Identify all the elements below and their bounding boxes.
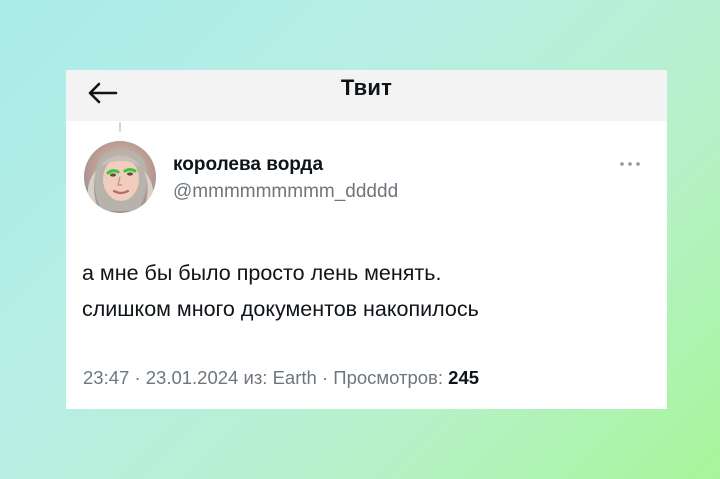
tweet-time[interactable]: 23:47: [83, 367, 129, 388]
tweet-meta: 23:47 · 23.01.2024 из: Earth · Просмотро…: [83, 367, 479, 389]
tweet-date[interactable]: 23.01.2024: [146, 367, 239, 388]
header-bar: Твит: [66, 70, 667, 121]
tweet-card: Твит королева ворда @mmmmmmmmm_ddddd а м…: [66, 70, 667, 409]
author-name[interactable]: королева ворда: [173, 154, 323, 176]
more-dots-icon: [620, 162, 640, 166]
avatar-photo: [84, 141, 156, 213]
page-title: Твит: [340, 75, 393, 100]
more-button[interactable]: [619, 154, 641, 170]
tweet-text-line: а мне бы было просто лень менять.: [82, 261, 442, 285]
views-label: Просмотров:: [333, 367, 444, 388]
thread-connector-line: [119, 122, 121, 132]
separator: ·: [134, 367, 146, 388]
tweet-text: а мне бы было просто лень менять. слишко…: [82, 255, 479, 327]
tweet-text-line: слишком много документов накопилось: [82, 297, 479, 321]
views-count: 245: [448, 367, 480, 388]
tweet-source: из: Earth: [243, 367, 317, 388]
author-handle[interactable]: @mmmmmmmmm_ddddd: [173, 181, 398, 203]
separator: ·: [321, 367, 334, 388]
avatar[interactable]: [84, 141, 156, 213]
